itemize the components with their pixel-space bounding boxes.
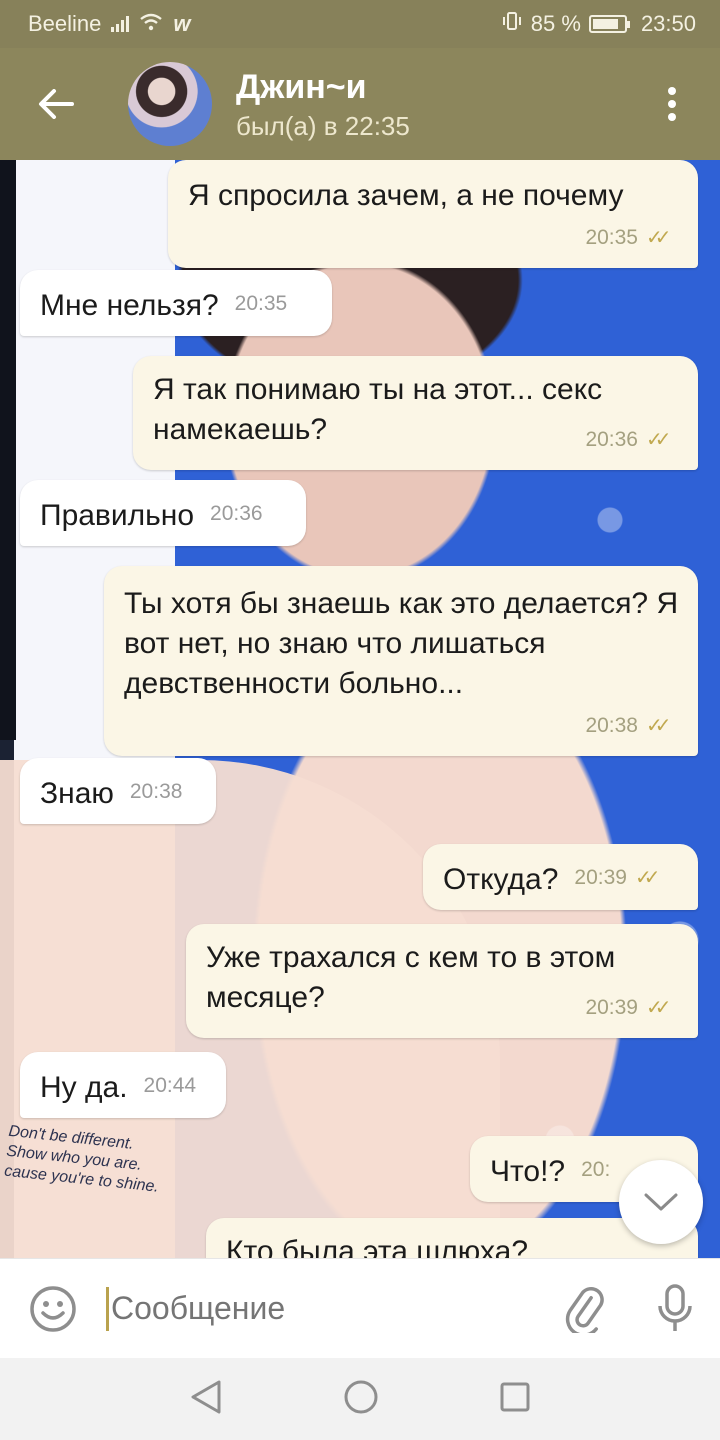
message-text: Что!? bbox=[490, 1155, 566, 1188]
message-text: Откуда? bbox=[443, 863, 559, 896]
last-seen-status: был(а) в 22:35 bbox=[236, 110, 410, 141]
more-vertical-icon bbox=[668, 87, 676, 121]
incoming-message[interactable]: Мне нельзя? 20:35 bbox=[20, 270, 332, 336]
wallpaper-detail bbox=[0, 160, 16, 740]
status-bar: Beeline w 85 % 23:50 bbox=[0, 0, 720, 48]
message-time: 20:38 bbox=[585, 714, 638, 737]
message-text: Ты хотя бы знаешь как это делается? Я во… bbox=[124, 587, 679, 700]
battery-percent: 85 % bbox=[530, 11, 581, 36]
battery-icon bbox=[588, 15, 630, 33]
system-navigation-bar bbox=[0, 1358, 720, 1440]
scroll-to-bottom-button[interactable] bbox=[619, 1160, 703, 1244]
message-time: 20:44 bbox=[143, 1074, 197, 1097]
nav-home-button[interactable] bbox=[343, 1379, 379, 1420]
message-time: 20:36 bbox=[585, 428, 638, 451]
app-notification-icon: w bbox=[173, 11, 191, 36]
chevron-down-icon bbox=[644, 1193, 678, 1211]
message-composer bbox=[0, 1258, 720, 1358]
clock: 23:50 bbox=[640, 11, 696, 36]
outgoing-message[interactable]: Уже трахался с кем то в этом месяце? 20:… bbox=[186, 924, 698, 1038]
outgoing-message[interactable]: Откуда? 20:39 ✓✓ bbox=[423, 844, 698, 910]
incoming-message[interactable]: Правильно 20:36 bbox=[20, 480, 306, 546]
emoji-button[interactable] bbox=[0, 1259, 106, 1359]
carrier-label: Beeline bbox=[28, 11, 102, 36]
arrow-left-icon bbox=[39, 89, 74, 119]
wifi-icon bbox=[139, 11, 163, 37]
paperclip-icon bbox=[565, 1286, 604, 1333]
message-text: Кто была эта шлюха? bbox=[226, 1235, 529, 1258]
read-checkmarks-icon: ✓✓ bbox=[646, 227, 672, 249]
read-checkmarks-icon: ✓✓ bbox=[646, 715, 672, 737]
attach-button[interactable] bbox=[540, 1259, 630, 1359]
message-time: 20:35 bbox=[585, 226, 638, 249]
message-time: 20:38 bbox=[129, 780, 183, 803]
smiley-icon bbox=[30, 1285, 76, 1332]
triangle-back-icon bbox=[191, 1380, 221, 1413]
vibrate-icon bbox=[501, 11, 523, 37]
outgoing-message[interactable]: Я спросила зачем, а не почему 20:35 ✓✓ bbox=[168, 160, 698, 268]
message-input[interactable] bbox=[111, 1290, 540, 1327]
message-time: 20:39 bbox=[574, 866, 627, 889]
microphone-icon bbox=[658, 1283, 692, 1331]
read-checkmarks-icon: ✓✓ bbox=[634, 867, 661, 889]
message-time: 20:39 bbox=[585, 996, 638, 1019]
message-text: Ну да. bbox=[40, 1071, 128, 1104]
contact-name: Джин~и bbox=[236, 67, 367, 106]
outgoing-message[interactable]: Я так понимаю ты на этот... секс намекае… bbox=[133, 356, 698, 470]
signal-icon bbox=[111, 16, 130, 32]
message-time: 20:35 bbox=[234, 292, 288, 315]
message-text: Знаю bbox=[40, 777, 114, 810]
more-options-button[interactable] bbox=[624, 48, 720, 160]
read-checkmarks-icon: ✓✓ bbox=[646, 997, 672, 1019]
chat-area[interactable]: Don't be different. Show who you are. ca… bbox=[0, 160, 720, 1258]
message-text: Я спросила зачем, а не почему bbox=[188, 179, 624, 212]
circle-home-icon bbox=[344, 1380, 378, 1413]
nav-recents-button[interactable] bbox=[499, 1381, 531, 1418]
contact-info[interactable]: Джин~и был(а) в 22:35 bbox=[236, 67, 624, 142]
message-time: 20:36 bbox=[210, 502, 263, 525]
outgoing-message[interactable]: Ты хотя бы знаешь как это делается? Я во… bbox=[104, 566, 698, 756]
square-recents-icon bbox=[500, 1382, 530, 1411]
chat-header: Джин~и был(а) в 22:35 bbox=[0, 48, 720, 160]
incoming-message[interactable]: Ну да. 20:44 bbox=[20, 1052, 226, 1118]
message-time: 20: bbox=[581, 1158, 611, 1181]
text-cursor bbox=[106, 1286, 109, 1331]
contact-avatar[interactable] bbox=[128, 62, 212, 146]
read-checkmarks-icon: ✓✓ bbox=[646, 429, 672, 451]
message-text: Правильно bbox=[40, 499, 195, 532]
outgoing-message[interactable]: Кто была эта шлюха? bbox=[206, 1218, 698, 1258]
incoming-message[interactable]: Знаю 20:38 bbox=[20, 758, 216, 824]
voice-message-button[interactable] bbox=[630, 1259, 720, 1359]
message-text: Мне нельзя? bbox=[40, 289, 219, 322]
nav-back-button[interactable] bbox=[189, 1379, 223, 1420]
back-button[interactable] bbox=[0, 48, 112, 160]
